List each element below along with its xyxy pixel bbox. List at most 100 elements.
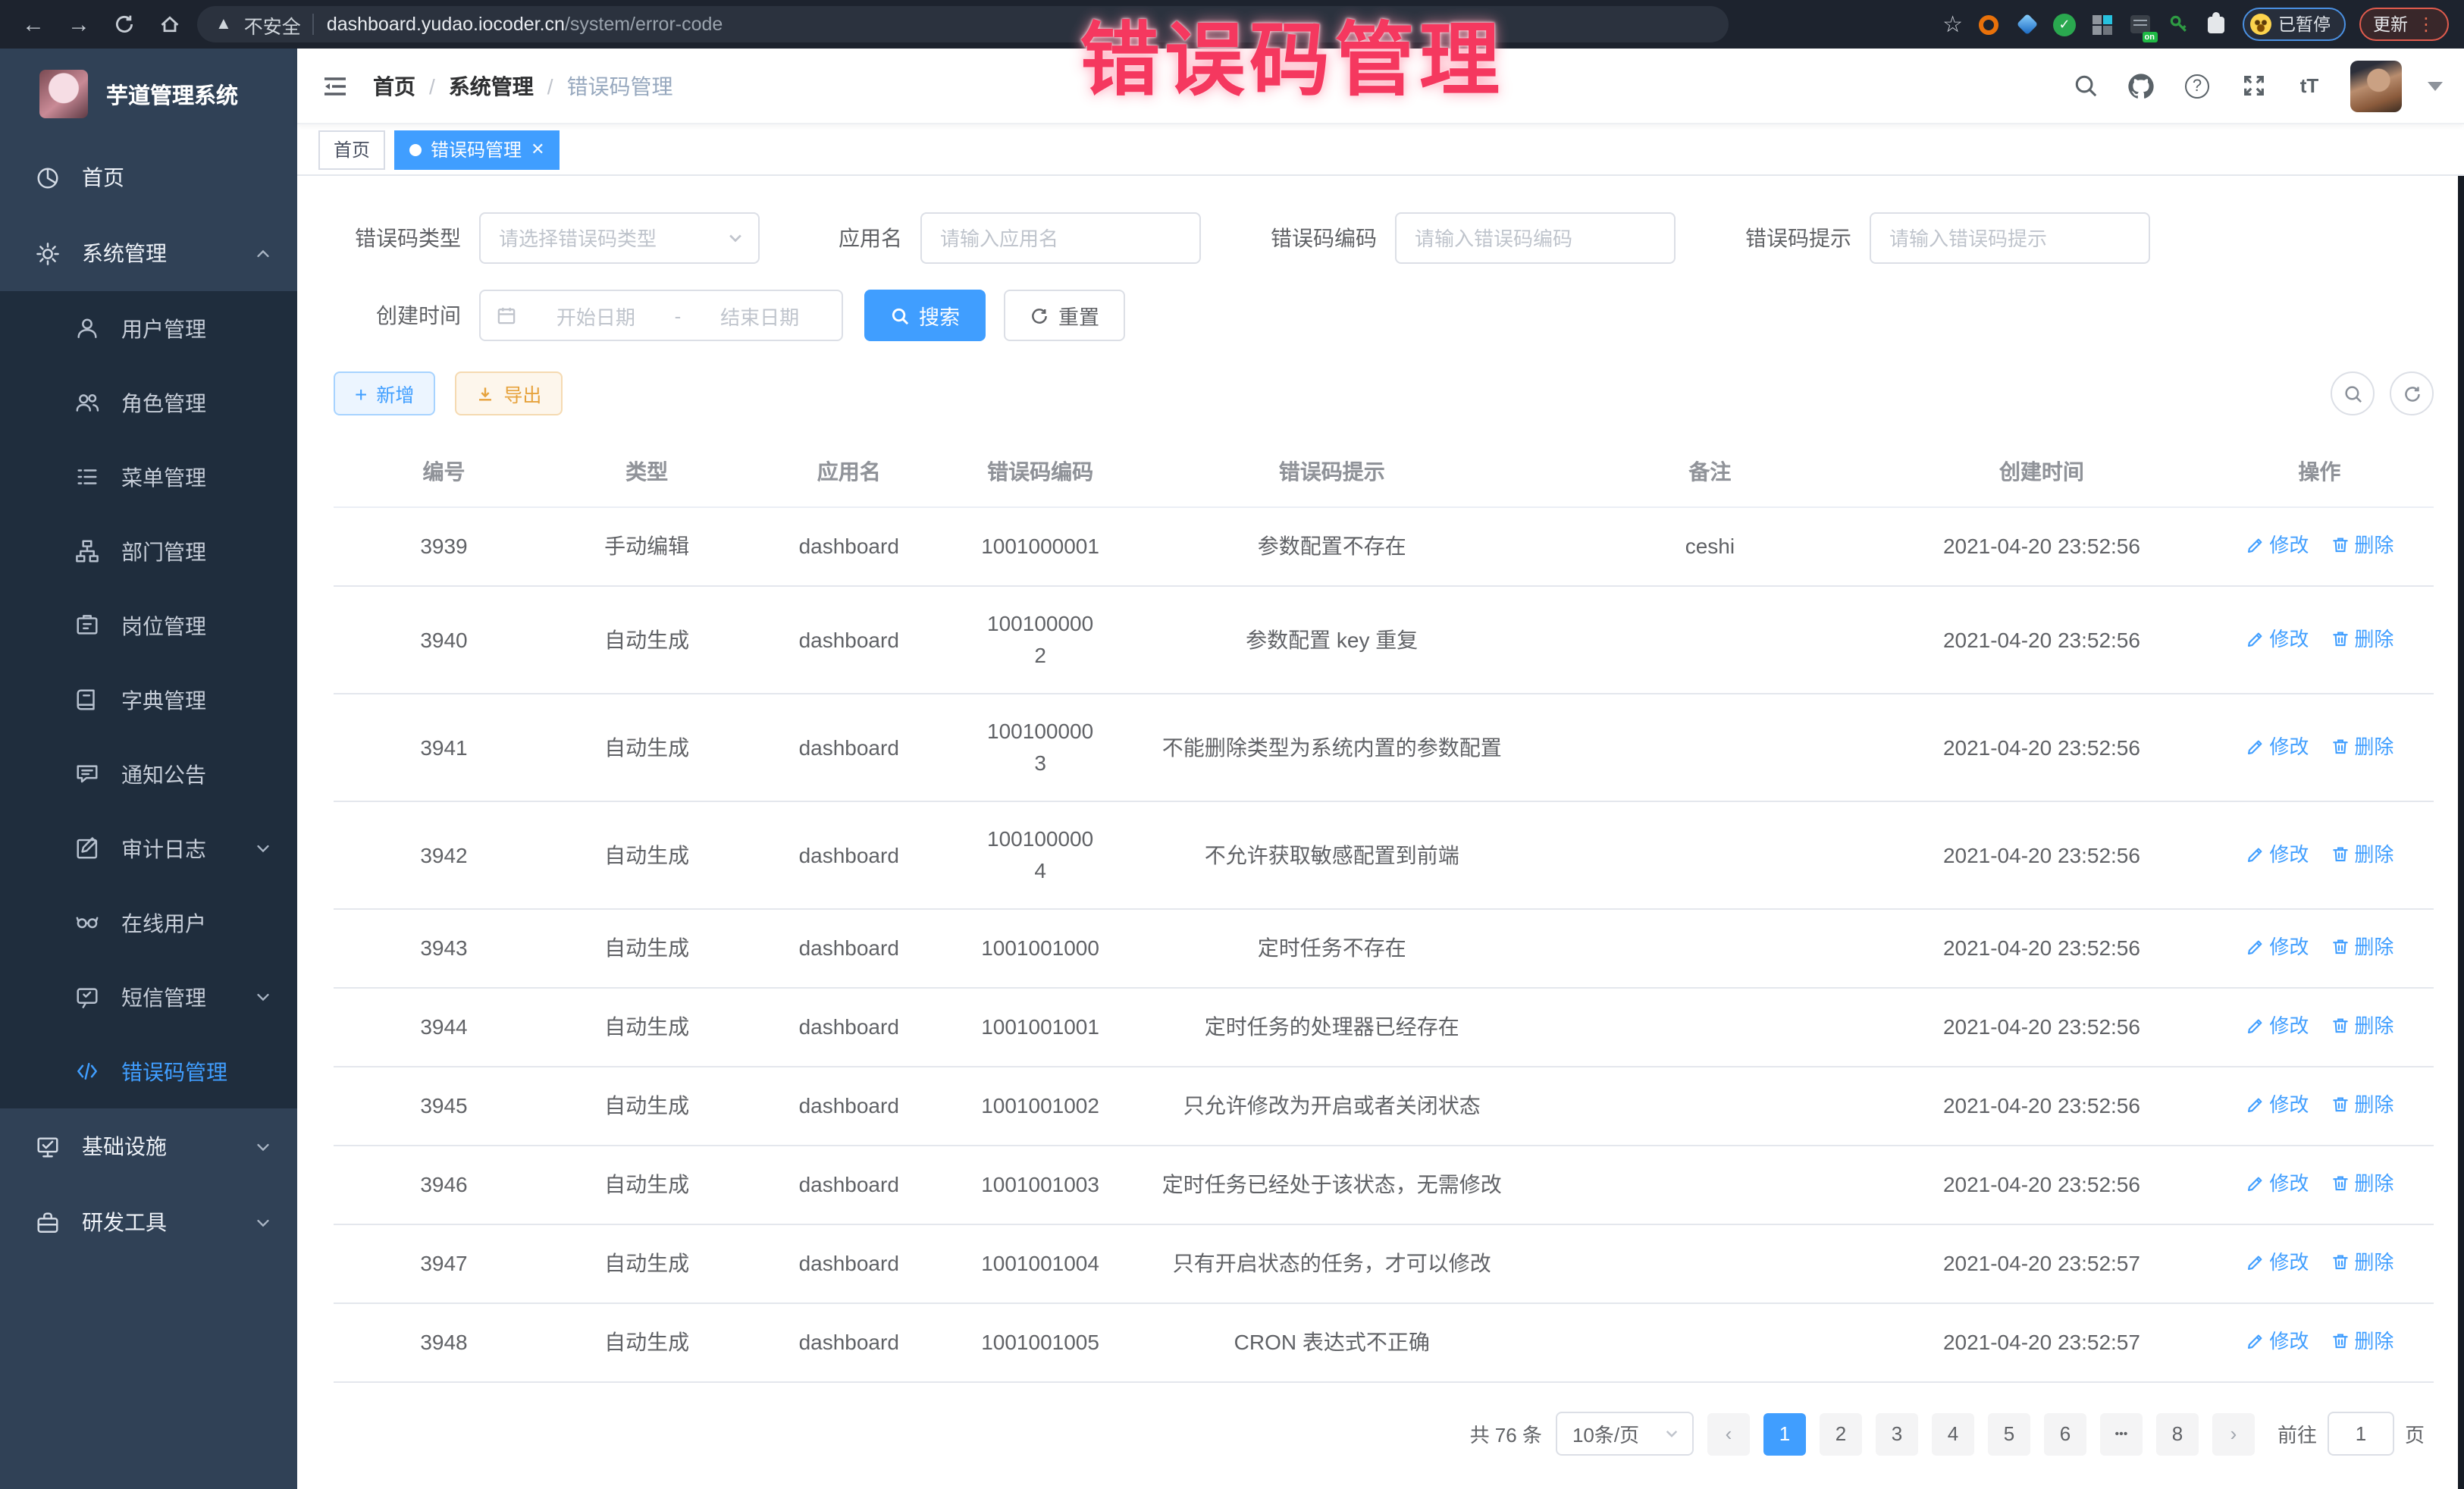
next-page-button[interactable]: › bbox=[2212, 1412, 2255, 1455]
sidebar-item-在线用户[interactable]: 在线用户 bbox=[0, 886, 297, 960]
edit-link[interactable]: 修改 bbox=[2245, 1168, 2309, 1199]
cell-code: 100100000 4 bbox=[958, 801, 1122, 909]
date-range-picker[interactable]: 开始日期 - 结束日期 bbox=[479, 290, 843, 341]
search-button[interactable]: 搜索 bbox=[864, 290, 986, 341]
edit-link[interactable]: 修改 bbox=[2245, 931, 2309, 963]
forward-icon[interactable]: → bbox=[61, 6, 97, 42]
hamburger-icon[interactable] bbox=[318, 69, 352, 102]
reset-button[interactable]: 重置 bbox=[1004, 290, 1125, 341]
show-search-button[interactable] bbox=[2331, 371, 2375, 415]
edit-link[interactable]: 修改 bbox=[2245, 1089, 2309, 1121]
edit-link[interactable]: 修改 bbox=[2245, 838, 2309, 870]
extension-puzzle-icon[interactable] bbox=[2204, 12, 2228, 36]
cell-code: 1001001002 bbox=[958, 1067, 1122, 1146]
tab-home[interactable]: 首页 bbox=[318, 130, 385, 169]
sidebar-item-label: 字典管理 bbox=[121, 685, 206, 715]
edit-link[interactable]: 修改 bbox=[2245, 622, 2309, 654]
reload-icon[interactable] bbox=[106, 6, 143, 42]
extension-gem-icon[interactable] bbox=[2014, 12, 2039, 36]
edit-link[interactable]: 修改 bbox=[2245, 1246, 2309, 1278]
sidebar-item-系统管理[interactable]: 系统管理 bbox=[0, 215, 297, 291]
page-button-1[interactable]: 1 bbox=[1763, 1412, 1806, 1455]
page-button-2[interactable]: 2 bbox=[1820, 1412, 1862, 1455]
sidebar-item-字典管理[interactable]: 字典管理 bbox=[0, 663, 297, 737]
github-icon[interactable] bbox=[2126, 71, 2156, 101]
cell-ops: 修改删除 bbox=[2205, 801, 2434, 909]
delete-link[interactable]: 删除 bbox=[2330, 1168, 2393, 1199]
cell-app: dashboard bbox=[739, 909, 958, 988]
sidebar-item-首页[interactable]: 首页 bbox=[0, 139, 297, 215]
error-code-input[interactable] bbox=[1395, 212, 1676, 264]
export-button[interactable]: 导出 bbox=[455, 371, 563, 415]
sidebar-item-通知公告[interactable]: 通知公告 bbox=[0, 737, 297, 811]
page-size-select[interactable]: 10条/页 bbox=[1556, 1412, 1694, 1456]
goto-page-input[interactable] bbox=[2328, 1412, 2394, 1456]
delete-link[interactable]: 删除 bbox=[2330, 931, 2393, 963]
page-button-4[interactable]: 4 bbox=[1932, 1412, 1974, 1455]
back-icon[interactable]: ← bbox=[15, 6, 52, 42]
sidebar-item-角色管理[interactable]: 角色管理 bbox=[0, 365, 297, 440]
sidebar-item-短信管理[interactable]: 短信管理 bbox=[0, 960, 297, 1034]
cell-created: 2021-04-20 23:52:57 bbox=[1878, 1224, 2205, 1303]
cell-ops: 修改删除 bbox=[2205, 1146, 2434, 1224]
help-icon[interactable]: ? bbox=[2182, 71, 2212, 101]
sidebar-item-菜单管理[interactable]: 菜单管理 bbox=[0, 440, 297, 514]
filter-label-type: 错误码类型 bbox=[334, 223, 461, 253]
page-button-8[interactable]: 8 bbox=[2156, 1412, 2199, 1455]
page-button-3[interactable]: 3 bbox=[1876, 1412, 1918, 1455]
tab-close-icon[interactable]: ✕ bbox=[531, 139, 544, 159]
paused-extension-pill[interactable]: 已暂停 bbox=[2242, 8, 2346, 41]
sidebar-item-岗位管理[interactable]: 岗位管理 bbox=[0, 588, 297, 663]
cell-created: 2021-04-20 23:52:56 bbox=[1878, 988, 2205, 1067]
sidebar-item-基础设施[interactable]: 基础设施 bbox=[0, 1108, 297, 1184]
breadcrumb-system[interactable]: 系统管理 bbox=[449, 71, 534, 101]
tab-error-code[interactable]: 错误码管理 ✕ bbox=[394, 130, 560, 169]
delete-link[interactable]: 删除 bbox=[2330, 1089, 2393, 1121]
sidebar-item-用户管理[interactable]: 用户管理 bbox=[0, 291, 297, 365]
home-icon[interactable] bbox=[152, 6, 188, 42]
sidebar-item-审计日志[interactable]: 审计日志 bbox=[0, 811, 297, 886]
avatar-caret-icon[interactable] bbox=[2428, 81, 2443, 90]
fullscreen-icon[interactable] bbox=[2238, 71, 2268, 101]
edit-link[interactable]: 修改 bbox=[2245, 1010, 2309, 1042]
font-size-icon[interactable]: tT bbox=[2294, 71, 2324, 101]
extension-grid-icon[interactable] bbox=[2090, 12, 2114, 36]
search-icon[interactable] bbox=[2070, 71, 2100, 101]
delete-link[interactable]: 删除 bbox=[2330, 1246, 2393, 1278]
error-msg-input[interactable] bbox=[1870, 212, 2150, 264]
page-button-6[interactable]: 6 bbox=[2044, 1412, 2086, 1455]
app-logo[interactable]: 芋道管理系统 bbox=[0, 49, 297, 139]
extension-ring-icon[interactable] bbox=[1977, 12, 2001, 36]
col-created: 创建时间 bbox=[1878, 437, 2205, 507]
window-scrollbar[interactable] bbox=[2458, 49, 2464, 1489]
sidebar-item-部门管理[interactable]: 部门管理 bbox=[0, 514, 297, 588]
app-name-input[interactable] bbox=[920, 212, 1201, 264]
prev-page-button[interactable]: ‹ bbox=[1707, 1412, 1750, 1455]
breadcrumb-home[interactable]: 首页 bbox=[373, 71, 415, 101]
edit-link[interactable]: 修改 bbox=[2245, 730, 2309, 762]
sidebar-item-研发工具[interactable]: 研发工具 bbox=[0, 1184, 297, 1260]
delete-link[interactable]: 删除 bbox=[2330, 838, 2393, 870]
bookmark-star-icon[interactable]: ☆ bbox=[1942, 13, 1963, 36]
refresh-button[interactable] bbox=[2390, 371, 2434, 415]
extension-key-icon[interactable] bbox=[2166, 12, 2190, 36]
extension-green-icon[interactable]: ✓ bbox=[2052, 12, 2077, 36]
delete-link[interactable]: 删除 bbox=[2330, 1325, 2393, 1357]
not-secure-icon: ▲ bbox=[215, 15, 232, 33]
delete-link[interactable]: 删除 bbox=[2330, 622, 2393, 654]
edit-link[interactable]: 修改 bbox=[2245, 529, 2309, 561]
browser-update-button[interactable]: 更新 bbox=[2373, 12, 2408, 36]
sidebar-item-错误码管理[interactable]: 错误码管理 bbox=[0, 1034, 297, 1108]
edit-link[interactable]: 修改 bbox=[2245, 1325, 2309, 1357]
delete-link[interactable]: 删除 bbox=[2330, 730, 2393, 762]
error-type-select[interactable] bbox=[479, 212, 760, 264]
delete-link[interactable]: 删除 bbox=[2330, 1010, 2393, 1042]
add-button[interactable]: + 新增 bbox=[334, 371, 435, 415]
extension-on-icon[interactable]: on bbox=[2128, 12, 2152, 36]
plus-icon: + bbox=[355, 383, 367, 404]
page-button-5[interactable]: 5 bbox=[1988, 1412, 2030, 1455]
browser-menu-icon[interactable]: ⋮ bbox=[2417, 15, 2435, 33]
delete-link[interactable]: 删除 bbox=[2330, 529, 2393, 561]
user-avatar[interactable] bbox=[2350, 60, 2402, 111]
more-pages-button[interactable]: ••• bbox=[2100, 1412, 2143, 1455]
